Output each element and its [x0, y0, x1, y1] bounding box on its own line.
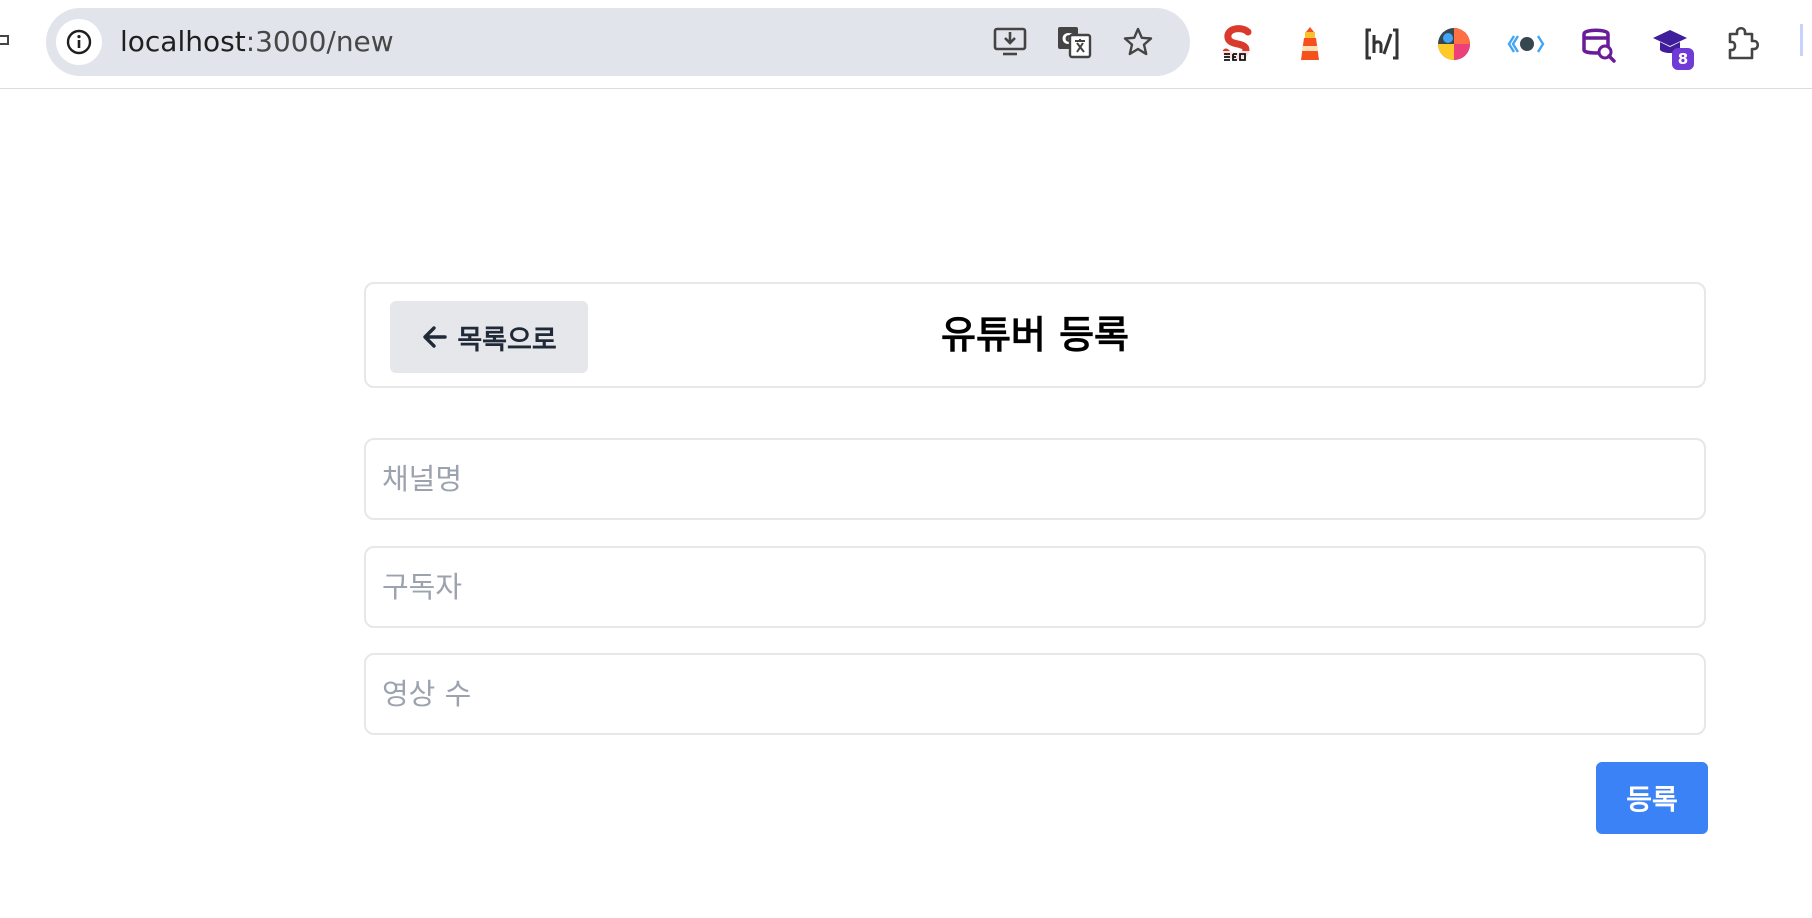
header-card: 목록으로 유튜버 등록 — [364, 282, 1706, 388]
browser-toolbar: localhost:3000/new G 8 — [0, 0, 1812, 89]
back-button-label: 목록으로 — [457, 324, 557, 356]
url-text[interactable]: localhost:3000/new — [120, 8, 394, 76]
devtools-search-extension-icon[interactable] — [1578, 14, 1618, 74]
arrow-left-icon — [423, 326, 448, 348]
github-extension-icon[interactable] — [1506, 14, 1546, 74]
tab-edge-icon — [0, 28, 10, 52]
video-count-input[interactable] — [364, 653, 1706, 735]
url-host: localhost — [120, 25, 246, 58]
translate-icon[interactable]: G — [1054, 22, 1094, 62]
hypothesis-extension-icon[interactable] — [1362, 14, 1402, 74]
address-bar[interactable]: localhost:3000/new G — [46, 8, 1190, 76]
register-button[interactable]: 등록 — [1596, 762, 1708, 834]
extensions-puzzle-icon[interactable] — [1722, 14, 1762, 74]
lighthouse-icon[interactable] — [1290, 14, 1330, 74]
bookmark-star-icon[interactable] — [1118, 22, 1158, 62]
site-info-icon[interactable] — [56, 19, 102, 65]
color-picker-extension-icon[interactable] — [1434, 14, 1474, 74]
back-to-list-button[interactable]: 목록으로 — [390, 301, 588, 373]
graduation-cap-extension-icon[interactable]: 8 — [1650, 14, 1694, 74]
url-path: :3000/new — [245, 25, 394, 58]
install-app-icon[interactable] — [990, 22, 1030, 62]
toolbar-divider — [1800, 24, 1803, 56]
extension-badge: 8 — [1672, 48, 1694, 70]
subscribers-input[interactable] — [364, 546, 1706, 628]
seo-extension-icon[interactable] — [1218, 14, 1258, 74]
channel-name-input[interactable] — [364, 438, 1706, 520]
